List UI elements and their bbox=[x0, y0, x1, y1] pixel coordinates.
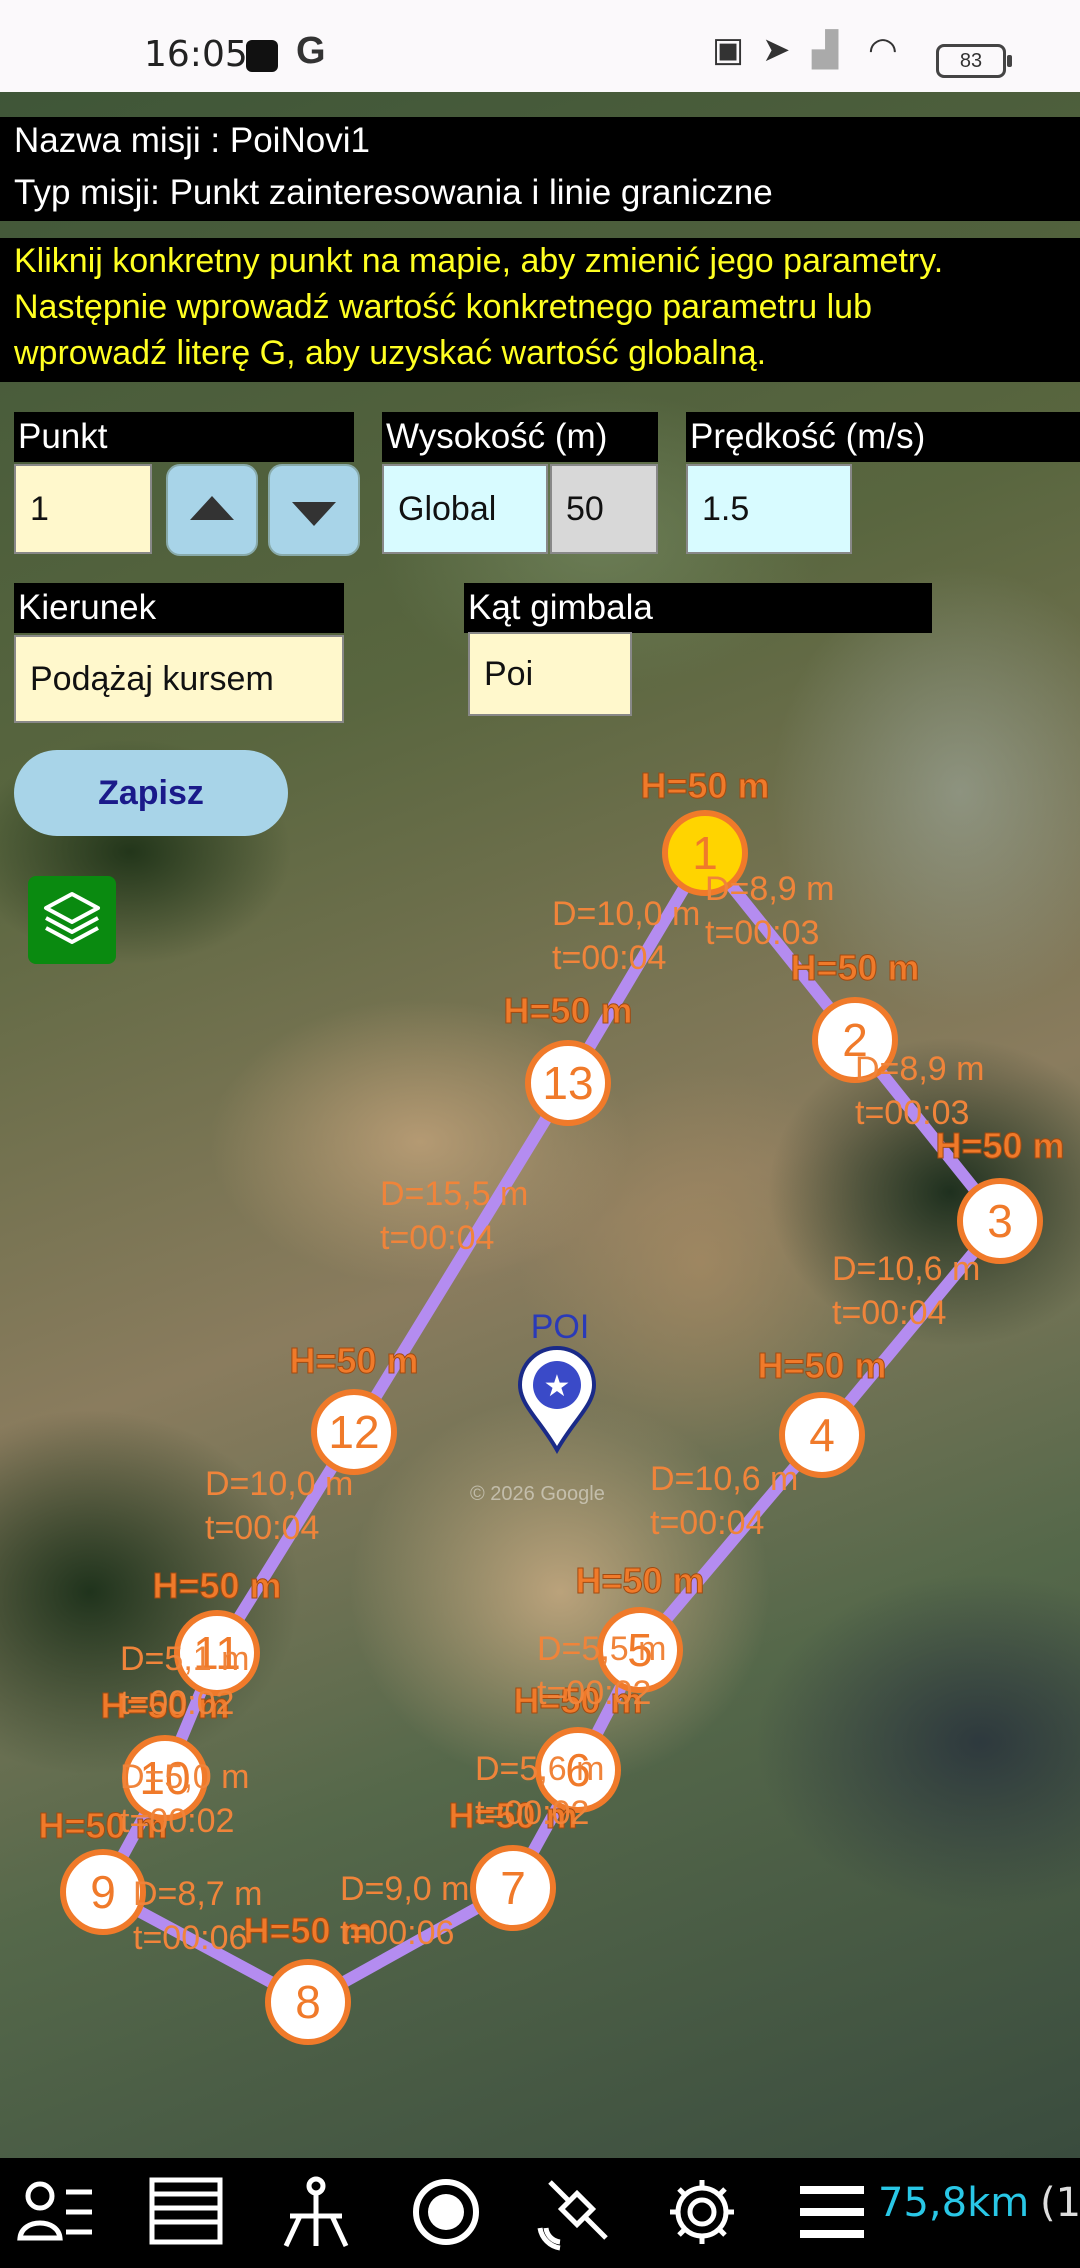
svg-text:© 2026 Google: © 2026 Google bbox=[470, 1483, 605, 1505]
record-icon[interactable] bbox=[406, 2172, 486, 2252]
segment-distance-label: D=5,5 m bbox=[537, 1630, 666, 1668]
distance-extra: (1 bbox=[1040, 2180, 1080, 2226]
segment-distance-label: D=8,7 m bbox=[133, 1875, 262, 1913]
segment-time-label: t=00:02 bbox=[120, 1802, 234, 1840]
segment-time-label: t=00:04 bbox=[650, 1504, 764, 1542]
segment-time-label: t=00:03 bbox=[855, 1094, 969, 1132]
point-up-button[interactable] bbox=[166, 464, 258, 556]
waypoint-marker[interactable]: 3H=50 m bbox=[935, 1125, 1065, 1264]
gimbal-input[interactable]: Poi bbox=[468, 632, 632, 716]
save-button[interactable]: Zapisz bbox=[14, 750, 288, 836]
menu-icon[interactable] bbox=[792, 2172, 872, 2252]
segment-distance-label: D=10,6 m bbox=[832, 1250, 980, 1288]
segment-time-label: t=00:04 bbox=[832, 1294, 946, 1332]
gear-icon[interactable] bbox=[662, 2172, 742, 2252]
waypoint-height-label: H=50 m bbox=[575, 1560, 704, 1601]
segment-distance-label: D=10,0 m bbox=[552, 895, 700, 933]
instruction-line: Kliknij konkretny punkt na mapie, aby zm… bbox=[14, 242, 944, 280]
layers-icon bbox=[44, 892, 100, 944]
segment-distance-label: D=8,9 m bbox=[705, 870, 834, 908]
layers-button[interactable] bbox=[28, 876, 116, 964]
instruction-line: Następnie wprowadź wartość konkretnego p… bbox=[14, 288, 873, 326]
segment-distance-label: D=10,6 m bbox=[650, 1460, 798, 1498]
person-list-icon[interactable] bbox=[16, 2172, 96, 2252]
waypoint-marker[interactable]: 13 H=50 m bbox=[503, 990, 633, 1126]
point-label: Punkt bbox=[14, 412, 354, 462]
total-distance: 75,8km bbox=[878, 2180, 1030, 2226]
segment-time-label: t=00:02 bbox=[537, 1674, 651, 1712]
segment-distance-label: D=10,0 m bbox=[205, 1465, 353, 1503]
segment-time-label: t=00:04 bbox=[380, 1219, 494, 1257]
altitude-mode-input[interactable]: Global bbox=[382, 464, 548, 554]
segment-distance-label: D=8,9 m bbox=[855, 1050, 984, 1088]
speed-label: Prędkość (m/s) bbox=[686, 412, 1080, 462]
waypoint-marker[interactable]: 4 H=50 m bbox=[757, 1345, 887, 1478]
waypoint-height-label: H=50 m bbox=[289, 1340, 418, 1381]
waypoint-number: 7 bbox=[500, 1862, 526, 1914]
mission-name: Nazwa misji : PoiNovi1 bbox=[0, 117, 1080, 165]
segment-distance-label: D=5,0 m bbox=[120, 1758, 249, 1796]
segment-time-label: t=00:06 bbox=[133, 1919, 247, 1957]
segment-time-label: t=00:04 bbox=[205, 1509, 319, 1547]
speed-input[interactable]: 1.5 bbox=[686, 464, 852, 554]
waypoint-number: 8 bbox=[295, 1976, 321, 2028]
waypoint-number: 12 bbox=[328, 1406, 379, 1458]
waypoint-height-label: H=50 m bbox=[790, 947, 919, 988]
table-icon[interactable] bbox=[146, 2172, 226, 2252]
waypoint-marker[interactable]: 5H=50 m bbox=[575, 1560, 705, 1693]
segment-time-label: t=00:02 bbox=[475, 1794, 589, 1832]
waypoint-number: 9 bbox=[90, 1866, 116, 1918]
waypoint-marker[interactable]: 12 H=50 m bbox=[289, 1340, 419, 1475]
point-down-button[interactable] bbox=[268, 464, 360, 556]
satellite-icon[interactable] bbox=[536, 2172, 616, 2252]
instruction-text: Kliknij konkretny punkt na mapie, aby zm… bbox=[0, 238, 1080, 382]
segment-distance-label: D=5,1 m bbox=[120, 1640, 249, 1678]
waypoint-height-label: H=50 m bbox=[152, 1565, 281, 1606]
waypoint-height-label: H=50 m bbox=[503, 990, 632, 1031]
segment-time-label: t=00:02 bbox=[120, 1684, 234, 1722]
point-input[interactable]: 1 bbox=[14, 464, 152, 554]
waypoint-height-label: H=50 m bbox=[757, 1345, 886, 1386]
gimbal-label: Kąt gimbala bbox=[464, 583, 932, 633]
segment-distance-label: D=9,0 m bbox=[340, 1870, 469, 1908]
altitude-label: Wysokość (m) bbox=[382, 412, 658, 462]
heading-input[interactable]: Podążaj kursem bbox=[14, 635, 344, 723]
segment-distance-label: D=5,6 m bbox=[475, 1750, 604, 1788]
mission-type: Typ misji: Punkt zainteresowania i linie… bbox=[0, 165, 1080, 221]
poi-marker[interactable]: POI ★ bbox=[517, 1308, 597, 1455]
svg-text:POI: POI bbox=[531, 1308, 590, 1346]
segment-distance-label: D=15,5 m bbox=[380, 1175, 528, 1213]
waypoint-number: 3 bbox=[987, 1195, 1013, 1247]
waypoint-number: 13 bbox=[542, 1057, 593, 1109]
svg-text:★: ★ bbox=[544, 1369, 571, 1404]
drone-survey-icon[interactable] bbox=[276, 2172, 356, 2252]
waypoint-height-label: H=50 m bbox=[640, 765, 769, 806]
heading-label: Kierunek bbox=[14, 583, 344, 633]
altitude-value-input[interactable]: 50 bbox=[550, 464, 658, 554]
segment-time-label: t=00:03 bbox=[705, 914, 819, 952]
segment-time-label: t=00:06 bbox=[340, 1914, 454, 1952]
instruction-line: wprowadź literę G, aby uzyskać wartość g… bbox=[14, 334, 767, 372]
waypoint-number: 4 bbox=[809, 1409, 835, 1461]
segment-time-label: t=00:04 bbox=[552, 939, 666, 977]
